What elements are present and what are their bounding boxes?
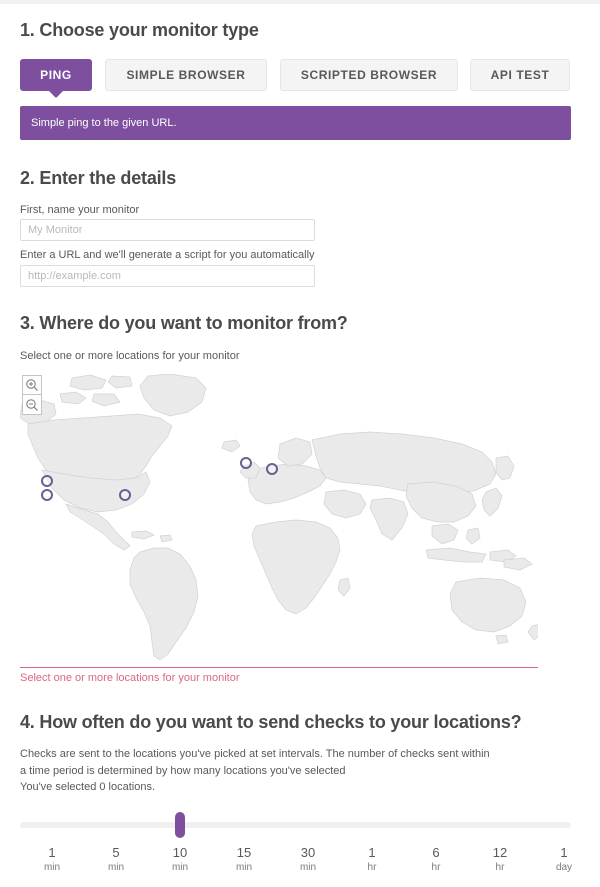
page-section-heading-locations: 3. Where do you want to monitor from? <box>20 313 348 333</box>
frequency-tick-value: 5 <box>112 845 120 860</box>
location-marker-us-west-south[interactable] <box>41 489 53 501</box>
frequency-tick-1[interactable]: 5 min <box>96 845 136 875</box>
frequency-tick-value: 1 <box>368 845 376 860</box>
map-zoom-in-button[interactable] <box>22 375 42 395</box>
zoom-in-icon <box>26 379 38 391</box>
frequency-tick-unit: day <box>555 862 573 873</box>
frequency-tick-unit: min <box>43 862 61 873</box>
frequency-slider-track[interactable] <box>20 822 571 828</box>
monitor-setup-page: 1. Choose your monitor type PING SIMPLE … <box>0 0 600 887</box>
location-marker-us-west-north[interactable] <box>41 475 53 487</box>
monitor-type-description-text: Simple ping to the given URL. <box>31 117 177 129</box>
frequency-tick-value: 1 <box>560 845 568 860</box>
frequency-tick-unit: min <box>299 862 317 873</box>
tab-api-test-label: API TEST <box>490 68 550 82</box>
monitor-url-label: Enter a URL and we'll generate a script … <box>20 249 315 261</box>
frequency-tick-7[interactable]: 12 hr <box>480 845 520 875</box>
monitor-name-input[interactable] <box>20 219 315 241</box>
frequency-tick-unit: hr <box>367 862 377 873</box>
frequency-tick-8[interactable]: 1 day <box>544 845 584 875</box>
frequency-tick-5[interactable]: 1 hr <box>352 845 392 875</box>
selected-locations-count: You've selected 0 locations. <box>20 781 156 793</box>
page-section-heading-monitor-type: 1. Choose your monitor type <box>20 20 259 40</box>
tab-simple-browser[interactable]: SIMPLE BROWSER <box>105 59 267 91</box>
frequency-tick-unit: min <box>171 862 189 873</box>
location-marker-us-east[interactable] <box>119 489 131 501</box>
tab-api-test[interactable]: API TEST <box>470 59 570 91</box>
frequency-tick-unit: hr <box>431 862 441 873</box>
monitor-url-input[interactable] <box>20 265 315 287</box>
frequency-tick-unit: min <box>235 862 253 873</box>
frequency-tick-value: 30 <box>300 845 316 860</box>
tab-simple-browser-label: SIMPLE BROWSER <box>126 68 246 82</box>
monitor-type-description-banner: Simple ping to the given URL. <box>20 106 571 140</box>
zoom-out-icon <box>26 398 38 411</box>
tab-scripted-browser-label: SCRIPTED BROWSER <box>300 68 438 82</box>
frequency-tick-value: 1 <box>48 845 56 860</box>
frequency-tick-6[interactable]: 6 hr <box>416 845 456 875</box>
frequency-tick-3[interactable]: 15 min <box>224 845 264 875</box>
tab-scripted-browser[interactable]: SCRIPTED BROWSER <box>280 59 458 91</box>
frequency-tick-value: 6 <box>432 845 440 860</box>
frequency-tick-0[interactable]: 1 min <box>32 845 72 875</box>
frequency-tick-value: 15 <box>236 845 252 860</box>
location-marker-eu-central[interactable] <box>266 463 278 475</box>
locations-sub-label: Select one or more locations for your mo… <box>20 350 240 362</box>
location-marker-uk[interactable] <box>240 457 252 469</box>
frequency-tick-unit: hr <box>495 862 505 873</box>
frequency-description: Checks are sent to the locations you've … <box>20 748 490 778</box>
frequency-tick-value: 12 <box>492 845 508 860</box>
page-section-heading-frequency: 4. How often do you want to send checks … <box>20 712 522 732</box>
monitor-name-label: First, name your monitor <box>20 204 140 216</box>
frequency-tick-unit: min <box>107 862 125 873</box>
frequency-tick-value: 10 <box>172 845 188 860</box>
map-error-underline <box>20 667 538 668</box>
tab-ping[interactable]: PING <box>20 59 92 98</box>
map-zoom-controls[interactable] <box>22 375 42 415</box>
frequency-slider-handle[interactable] <box>175 812 185 838</box>
locations-error-message: Select one or more locations for your mo… <box>20 672 240 684</box>
top-strip <box>0 0 600 4</box>
map-zoom-out-button[interactable] <box>22 395 42 415</box>
frequency-tick-4[interactable]: 30 min <box>288 845 328 875</box>
world-map[interactable] <box>20 374 538 666</box>
tab-ping-label: PING <box>40 68 72 82</box>
frequency-tick-2[interactable]: 10 min <box>160 845 200 875</box>
page-section-heading-details: 2. Enter the details <box>20 168 177 188</box>
